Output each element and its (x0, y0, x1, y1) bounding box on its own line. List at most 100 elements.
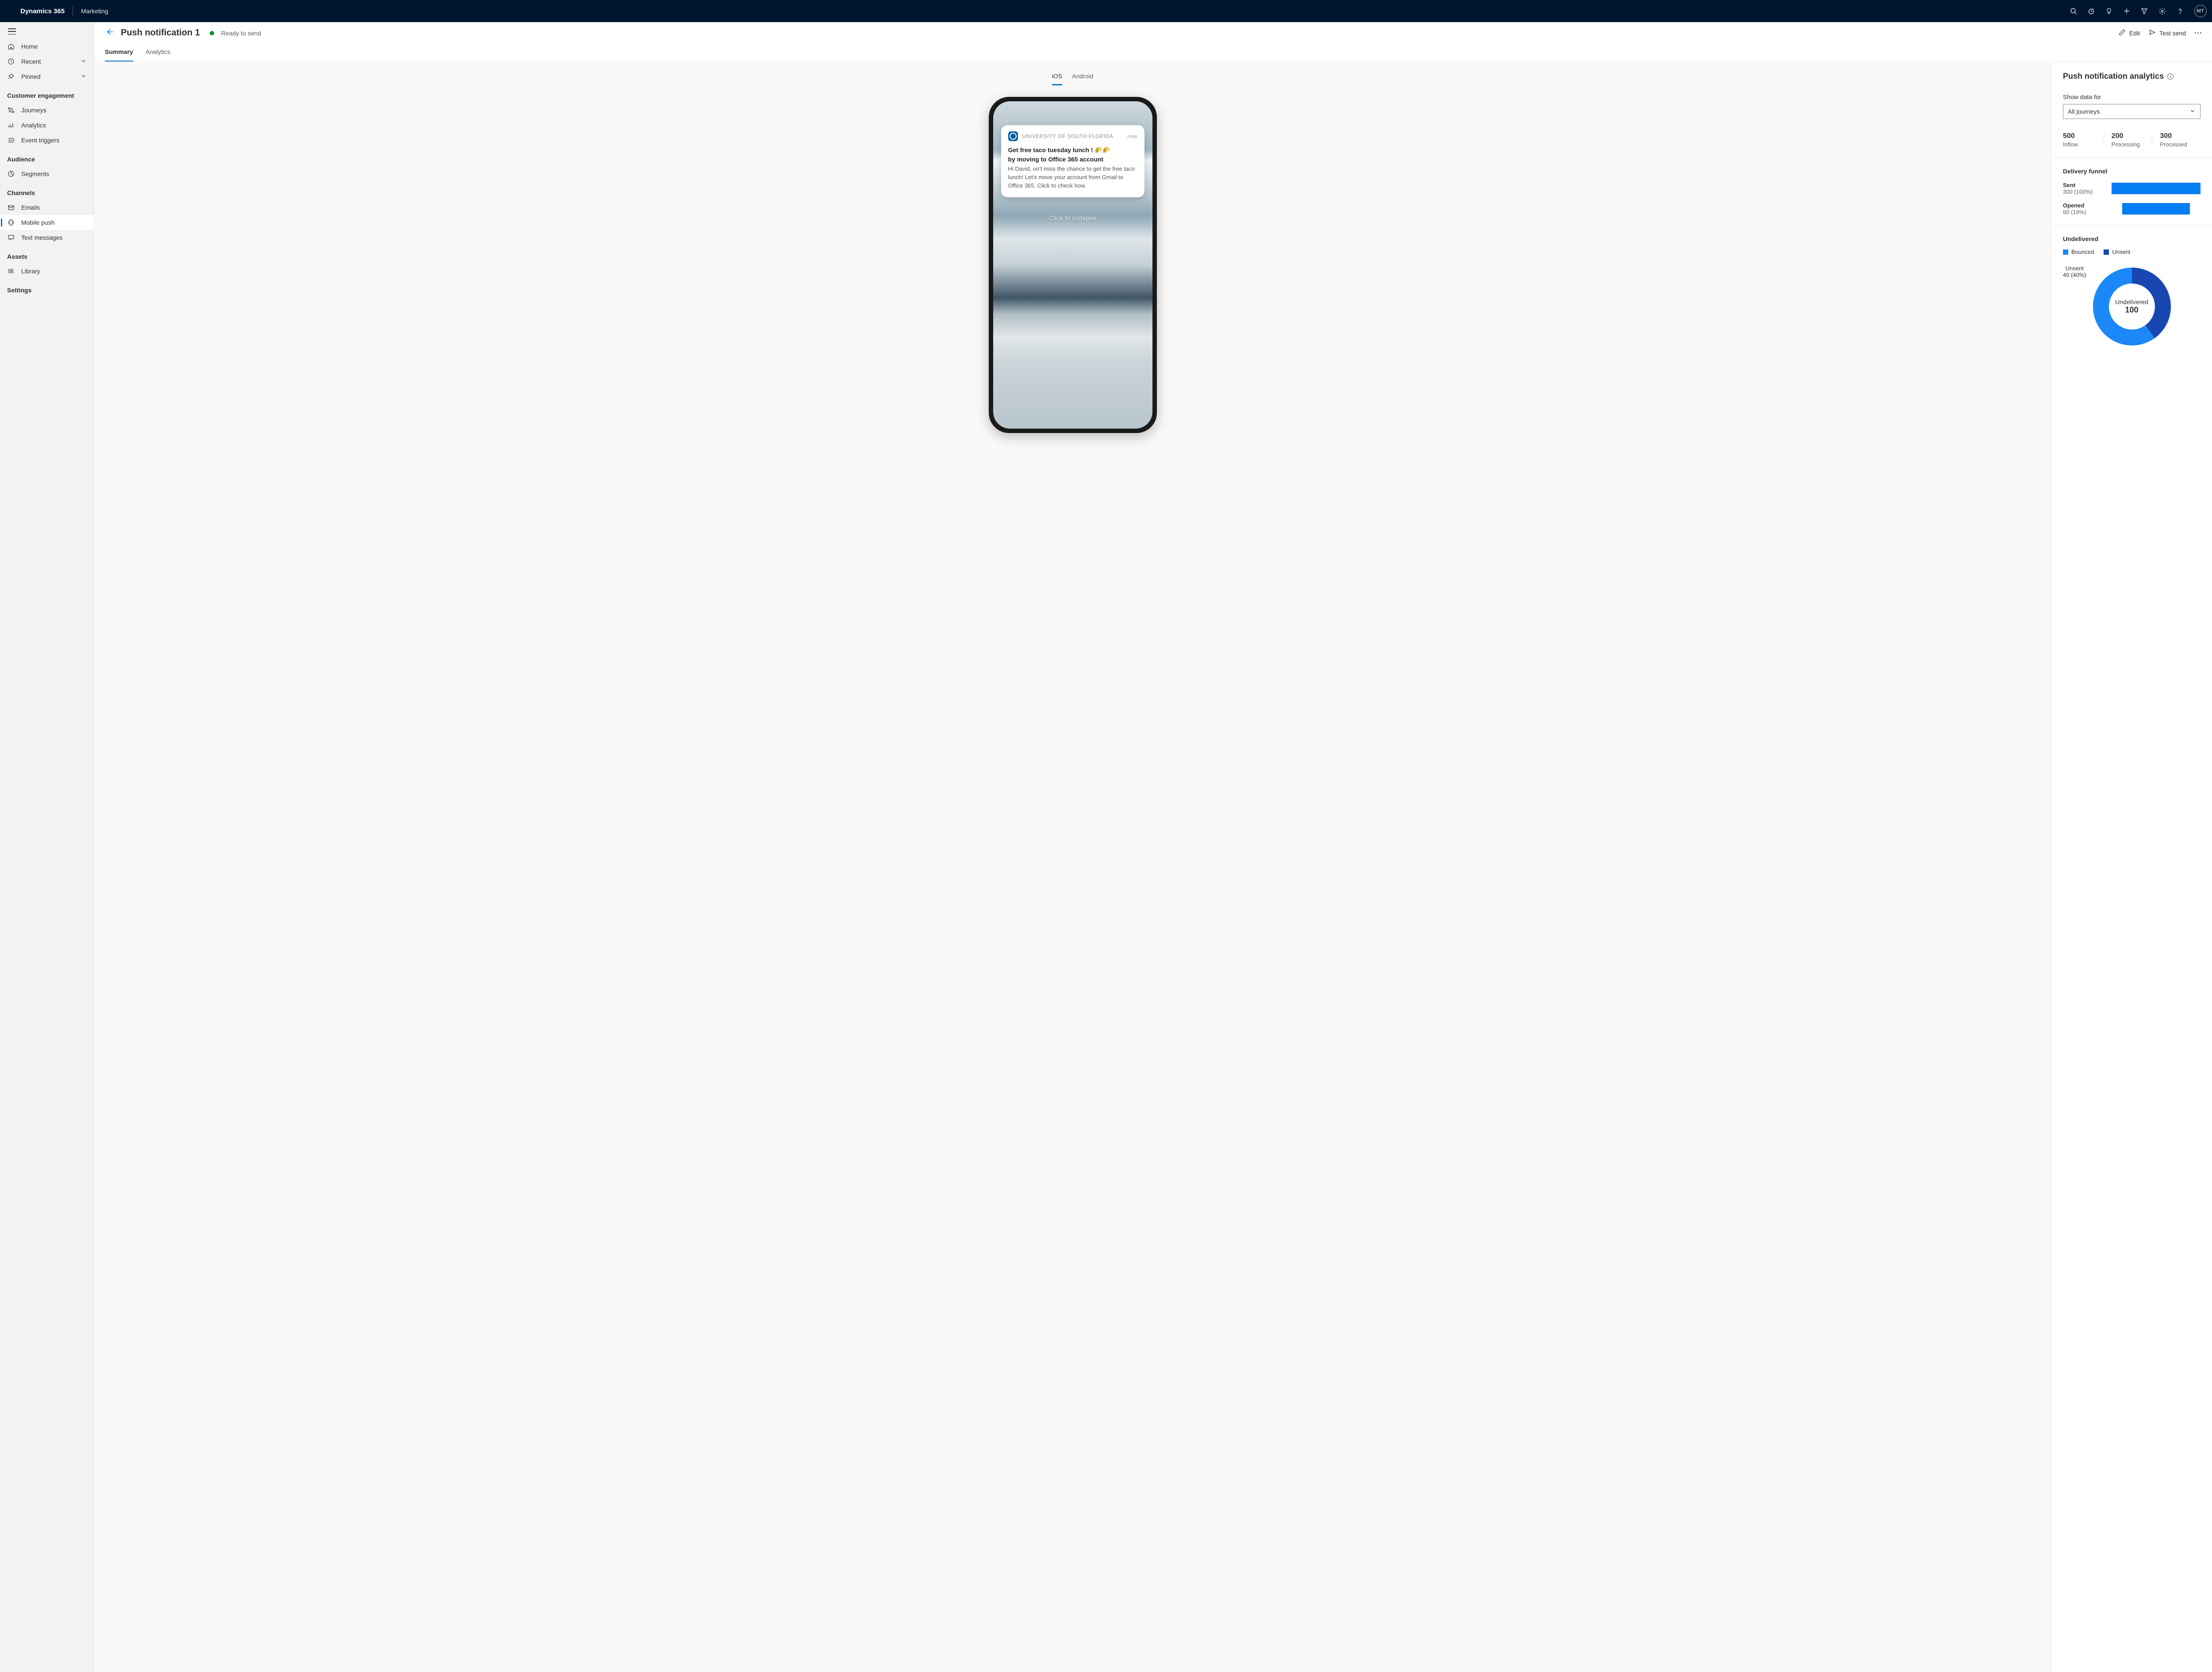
test-send-button[interactable]: Test send (2149, 29, 2186, 37)
analytics-panel: Push notification analytics i Show data … (2051, 62, 2212, 1672)
sidebar-item-mobile-push[interactable]: Mobile push (0, 215, 94, 230)
divider (2051, 157, 2212, 158)
more-actions-button[interactable] (2195, 32, 2201, 34)
sidebar-item-journeys[interactable]: Journeys (0, 103, 94, 118)
content-header: Push notification 1 Ready to send Edit T… (94, 22, 2212, 62)
journey-filter-select[interactable]: All journeys (2063, 104, 2200, 119)
sidebar-section-channels: Channels (0, 181, 94, 200)
top-nav-bar: Dynamics 365 Marketing MT (0, 0, 2212, 22)
sidebar-item-label: Library (21, 268, 40, 275)
back-arrow-icon[interactable] (105, 27, 114, 38)
funnel-item-sub: 300 (100%) (2063, 188, 2107, 195)
plus-icon[interactable] (2123, 8, 2130, 15)
donut-slice-sub: 40 (40%) (2063, 272, 2086, 278)
collapse-hint[interactable]: Click to collapse (993, 215, 1152, 222)
donut-center: Undelivered 100 (2115, 299, 2148, 315)
analytics-icon (7, 121, 15, 129)
settings-icon[interactable] (2158, 8, 2166, 15)
sidebar-item-analytics[interactable]: Analytics (0, 118, 94, 133)
sidebar-item-library[interactable]: Library (0, 264, 94, 279)
donut-slice-label: Unsent 40 (40%) (2063, 265, 2086, 278)
funnel-row-sent: Sent 300 (100%) (2063, 182, 2200, 195)
stat-value: 500 (2063, 132, 2099, 140)
stats-row: 500 Inflow 200 Processing 300 Processed (2063, 132, 2200, 148)
notification-app-name: UNIVERSITY OF SOUTH FLORIDA (1022, 133, 1123, 139)
tab-analytics[interactable]: Analytics (146, 44, 170, 61)
pin-icon (7, 73, 15, 81)
home-icon (7, 42, 15, 50)
phone-screen: UNIVERSITY OF SOUTH FLORIDA now Get free… (993, 101, 1152, 429)
funnel-row-opened: Opened 60 (19%) (2063, 202, 2200, 215)
sidebar-item-label: Emails (21, 204, 40, 211)
tab-summary[interactable]: Summary (105, 44, 133, 61)
stat-inflow: 500 Inflow (2063, 132, 2104, 148)
os-tabs: iOS Android (1052, 70, 1094, 85)
legend-unsent: Unsent (2104, 249, 2130, 255)
sidebar-item-recent[interactable]: Recent (0, 54, 94, 69)
segments-icon (7, 170, 15, 178)
donut-slice-name: Unsent (2063, 265, 2086, 272)
sidebar-item-emails[interactable]: Emails (0, 200, 94, 215)
app-launcher-icon[interactable] (5, 8, 12, 15)
notification-title-line1: Get free taco tuesday lunch ! 🌮🌮 (1008, 146, 1137, 155)
analytics-title-text: Push notification analytics (2063, 72, 2164, 81)
preview-column: iOS Android UNIVERSITY OF SOUTH FLORIDA … (94, 62, 2051, 1672)
left-sidebar: Home Recent Pinned Customer engagement J… (0, 22, 94, 1672)
sidebar-item-text-messages[interactable]: Text messages (0, 230, 94, 245)
lightbulb-icon[interactable] (2105, 8, 2112, 15)
sidebar-item-label: Home (21, 43, 38, 50)
module-name[interactable]: Marketing (81, 8, 108, 15)
email-icon (7, 203, 15, 211)
sidebar-section-assets: Assets (0, 245, 94, 264)
sidebar-item-segments[interactable]: Segments (0, 166, 94, 181)
edit-button[interactable]: Edit (2119, 29, 2140, 37)
user-avatar[interactable]: MT (2194, 5, 2207, 17)
filter-icon[interactable] (2141, 8, 2148, 15)
legend-label: Bounced (2071, 249, 2094, 255)
brand-name[interactable]: Dynamics 365 (20, 8, 65, 15)
sidebar-toggle[interactable] (0, 26, 94, 39)
stat-label: Processed (2160, 141, 2196, 148)
triggers-icon (7, 136, 15, 144)
sidebar-item-label: Journeys (21, 107, 46, 114)
sidebar-section-audience: Audience (0, 148, 94, 166)
undelivered-donut: Unsent 40 (40%) Undelivered 100 (2063, 262, 2200, 351)
stat-processing: 200 Processing (2104, 132, 2152, 148)
search-icon[interactable] (2070, 8, 2077, 15)
sidebar-item-home[interactable]: Home (0, 39, 94, 54)
mobile-push-icon (7, 219, 15, 226)
stat-value: 300 (2160, 132, 2196, 140)
undelivered-legend: Bounced Unsent (2063, 249, 2200, 255)
sidebar-item-pinned[interactable]: Pinned (0, 69, 94, 84)
content-area: Push notification 1 Ready to send Edit T… (94, 22, 2212, 1672)
edit-button-label: Edit (2129, 30, 2140, 37)
status-text: Ready to send (221, 30, 261, 37)
sms-icon (7, 234, 15, 242)
clock-icon (7, 58, 15, 65)
stat-label: Processing (2112, 141, 2148, 148)
stat-label: Inflow (2063, 141, 2099, 148)
status-indicator (210, 31, 214, 35)
notification-title-line2: by moving to Office 365 account (1008, 155, 1137, 164)
stat-value: 200 (2112, 132, 2148, 140)
funnel-item-label: Sent (2063, 182, 2107, 188)
os-tab-ios[interactable]: iOS (1052, 70, 1062, 85)
sidebar-section-engagement: Customer engagement (0, 84, 94, 103)
notification-card[interactable]: UNIVERSITY OF SOUTH FLORIDA now Get free… (1001, 125, 1144, 197)
filter-selected-value: All journeys (2068, 108, 2100, 115)
library-icon (7, 267, 15, 275)
phone-mockup: UNIVERSITY OF SOUTH FLORIDA now Get free… (989, 97, 1157, 433)
legend-swatch (2104, 249, 2109, 255)
sidebar-item-event-triggers[interactable]: Event triggers (0, 133, 94, 148)
sidebar-item-label: Event triggers (21, 137, 59, 144)
info-icon[interactable]: i (2167, 73, 2174, 80)
legend-bounced: Bounced (2063, 249, 2094, 255)
timer-icon[interactable] (2088, 8, 2095, 15)
notification-time: now (1127, 133, 1137, 139)
donut-center-value: 100 (2115, 306, 2148, 315)
legend-swatch (2063, 249, 2068, 255)
help-icon[interactable] (2177, 8, 2184, 15)
legend-label: Unsent (2112, 249, 2130, 255)
os-tab-android[interactable]: Android (1072, 70, 1093, 85)
stat-processed: 300 Processed (2152, 132, 2200, 148)
